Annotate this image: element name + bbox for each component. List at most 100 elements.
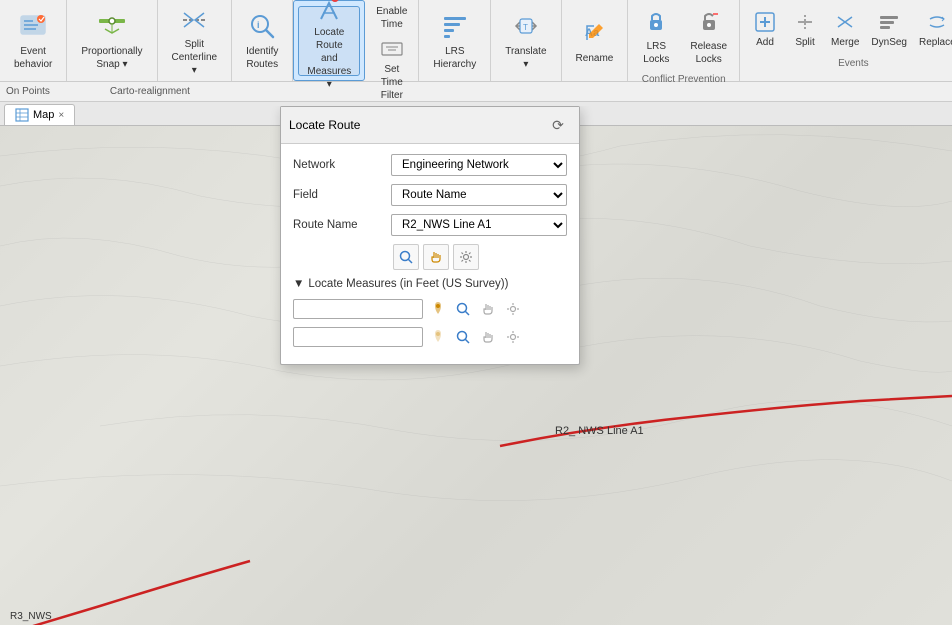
translate-button[interactable]: T Translate ▾ bbox=[497, 6, 554, 76]
toolbar-group-lrs: LRSHierarchy bbox=[419, 0, 491, 81]
split-centerline-icon bbox=[178, 5, 210, 35]
collapse-icon: ▼ bbox=[293, 278, 304, 290]
network-select[interactable]: Engineering Network bbox=[391, 154, 567, 176]
prop-snap-label: ProportionallySnap ▾ bbox=[81, 45, 142, 71]
route-name-row: Route Name R2_NWS Line A1 bbox=[293, 214, 567, 236]
toolbar-group-locate: Locate Routeand Measures ▾ bbox=[293, 0, 365, 81]
map-tab-close[interactable]: × bbox=[58, 110, 64, 121]
measure-search-icon-2[interactable] bbox=[452, 326, 474, 348]
lrs-locks-button[interactable]: LRSLocks bbox=[632, 0, 680, 70]
measure-settings-icon-1[interactable] bbox=[502, 298, 524, 320]
toolbar-group-identify: i IdentifyRoutes bbox=[232, 0, 293, 81]
locate-route-button[interactable]: Locate Routeand Measures ▾ bbox=[298, 6, 360, 76]
route-r3-label-1: R3_NWS bbox=[10, 611, 52, 622]
set-time-filter-label: Set TimeFilter bbox=[376, 63, 407, 102]
locate-route-icon bbox=[313, 0, 345, 23]
dynseg-button[interactable]: DynSeg bbox=[866, 4, 912, 54]
identify-routes-icon: i bbox=[246, 10, 278, 42]
route-r2-label: R2_ NWS Line A1 bbox=[555, 425, 644, 437]
measure-pin-icon-2[interactable] bbox=[427, 326, 449, 348]
panel-search-button[interactable] bbox=[393, 244, 419, 270]
lrs-hierarchy-label: LRSHierarchy bbox=[433, 45, 476, 71]
add-label: Add bbox=[756, 36, 774, 49]
split-button[interactable]: Split bbox=[786, 4, 824, 54]
split-centerline-button[interactable]: SplitCenterline ▾ bbox=[164, 6, 226, 76]
toolbar-group-snap: ProportionallySnap ▾ bbox=[67, 0, 157, 81]
svg-text:i: i bbox=[257, 20, 260, 30]
release-locks-label: ReleaseLocks bbox=[690, 40, 727, 66]
merge-button[interactable]: Merge bbox=[826, 4, 864, 54]
measure-pin-icon-1[interactable] bbox=[427, 298, 449, 320]
enable-time-button[interactable]: ▶ EnableTime bbox=[371, 0, 412, 33]
replace-button[interactable]: Replace bbox=[914, 4, 952, 54]
lrs-hierarchy-button[interactable]: LRSHierarchy bbox=[425, 6, 484, 76]
enable-time-icon: ▶ bbox=[380, 0, 404, 3]
panel-hand-button[interactable] bbox=[423, 244, 449, 270]
search-icon bbox=[399, 250, 413, 264]
split-label: Split bbox=[795, 36, 814, 49]
dynseg-label: DynSeg bbox=[871, 36, 907, 49]
locate-measures-header[interactable]: ▼ Locate Measures (in Feet (US Survey)) bbox=[293, 278, 567, 290]
toolbar-group-event: Event behavior bbox=[0, 0, 67, 81]
toolbar-group-rename: Aa Rename bbox=[562, 0, 629, 81]
field-label: Field bbox=[293, 189, 383, 201]
panel-title: Locate Route bbox=[289, 118, 360, 132]
rename-icon: Aa bbox=[578, 17, 610, 49]
event-behavior-button[interactable]: Event behavior bbox=[6, 6, 60, 76]
network-label: Network bbox=[293, 159, 383, 171]
measure-settings-icon-2[interactable] bbox=[502, 326, 524, 348]
toolbar-group-events: Add Split Merge bbox=[740, 0, 952, 81]
field-row: Field Route Name bbox=[293, 184, 567, 206]
event-behavior-icon bbox=[17, 10, 49, 42]
lrs-locks-icon bbox=[640, 5, 672, 37]
translate-label: Translate ▾ bbox=[505, 45, 546, 71]
panel-settings-button[interactable] bbox=[453, 244, 479, 270]
map-area[interactable]: R2_ NWS Line A1 R3_NWS Line A1 Locate Ro… bbox=[0, 106, 952, 625]
map-tab-label: Map bbox=[33, 109, 54, 121]
locate-measures-label: Locate Measures (in Feet (US Survey)) bbox=[308, 278, 508, 290]
measure-icons-2 bbox=[427, 326, 524, 348]
panel-actions bbox=[293, 244, 567, 270]
set-time-filter-button[interactable]: Set TimeFilter bbox=[371, 35, 412, 104]
sub-label-carto: Carto-realignment bbox=[110, 86, 190, 97]
lrs-locks-label: LRSLocks bbox=[643, 40, 669, 66]
toolbar-group-split: SplitCenterline ▾ bbox=[158, 0, 233, 81]
measure-pan-icon-1[interactable] bbox=[477, 298, 499, 320]
rename-button[interactable]: Aa Rename bbox=[568, 6, 622, 76]
replace-label: Replace bbox=[919, 36, 952, 49]
dynseg-icon bbox=[877, 10, 901, 34]
map-tab-icon bbox=[15, 108, 29, 122]
toolbar-group-conflict: LRSLocks ReleaseLocks Conflict Preventio… bbox=[628, 0, 740, 81]
events-label: Events bbox=[838, 58, 869, 69]
network-row: Network Engineering Network bbox=[293, 154, 567, 176]
translate-icon: T bbox=[510, 10, 542, 42]
merge-icon bbox=[833, 10, 857, 34]
toolbar-group-time: ▶ EnableTime Set TimeFilter bbox=[365, 0, 419, 81]
map-tab[interactable]: Map × bbox=[4, 104, 75, 125]
panel-body: Network Engineering Network Field Route … bbox=[281, 144, 579, 364]
prop-snap-button[interactable]: ProportionallySnap ▾ bbox=[73, 6, 150, 76]
route-name-select[interactable]: R2_NWS Line A1 bbox=[391, 214, 567, 236]
locate-route-label: Locate Routeand Measures ▾ bbox=[307, 26, 351, 91]
main-toolbar: Event behavior ProportionallySnap ▾ bbox=[0, 0, 952, 82]
identify-routes-label: IdentifyRoutes bbox=[246, 45, 278, 71]
prop-snap-icon bbox=[96, 10, 128, 42]
add-button[interactable]: Add bbox=[746, 4, 784, 54]
measure-search-icon-1[interactable] bbox=[452, 298, 474, 320]
event-behavior-label: Event behavior bbox=[14, 45, 52, 71]
measure-row-1 bbox=[293, 298, 567, 320]
locate-route-panel: Locate Route ⟳ Network Engineering Netwo… bbox=[280, 106, 580, 365]
release-locks-button[interactable]: ReleaseLocks bbox=[682, 0, 735, 70]
measure-input-2[interactable] bbox=[293, 327, 423, 347]
split-icon bbox=[793, 10, 817, 34]
measure-pan-icon-2[interactable] bbox=[477, 326, 499, 348]
merge-label: Merge bbox=[831, 36, 859, 49]
set-time-filter-icon bbox=[380, 37, 404, 61]
toolbar-group-translate: T Translate ▾ bbox=[491, 0, 561, 81]
svg-text:T: T bbox=[523, 23, 528, 32]
measure-input-1[interactable] bbox=[293, 299, 423, 319]
field-select[interactable]: Route Name bbox=[391, 184, 567, 206]
identify-routes-button[interactable]: i IdentifyRoutes bbox=[238, 6, 286, 76]
panel-refresh-button[interactable]: ⟳ bbox=[545, 112, 571, 138]
lrs-hierarchy-icon bbox=[439, 10, 471, 42]
